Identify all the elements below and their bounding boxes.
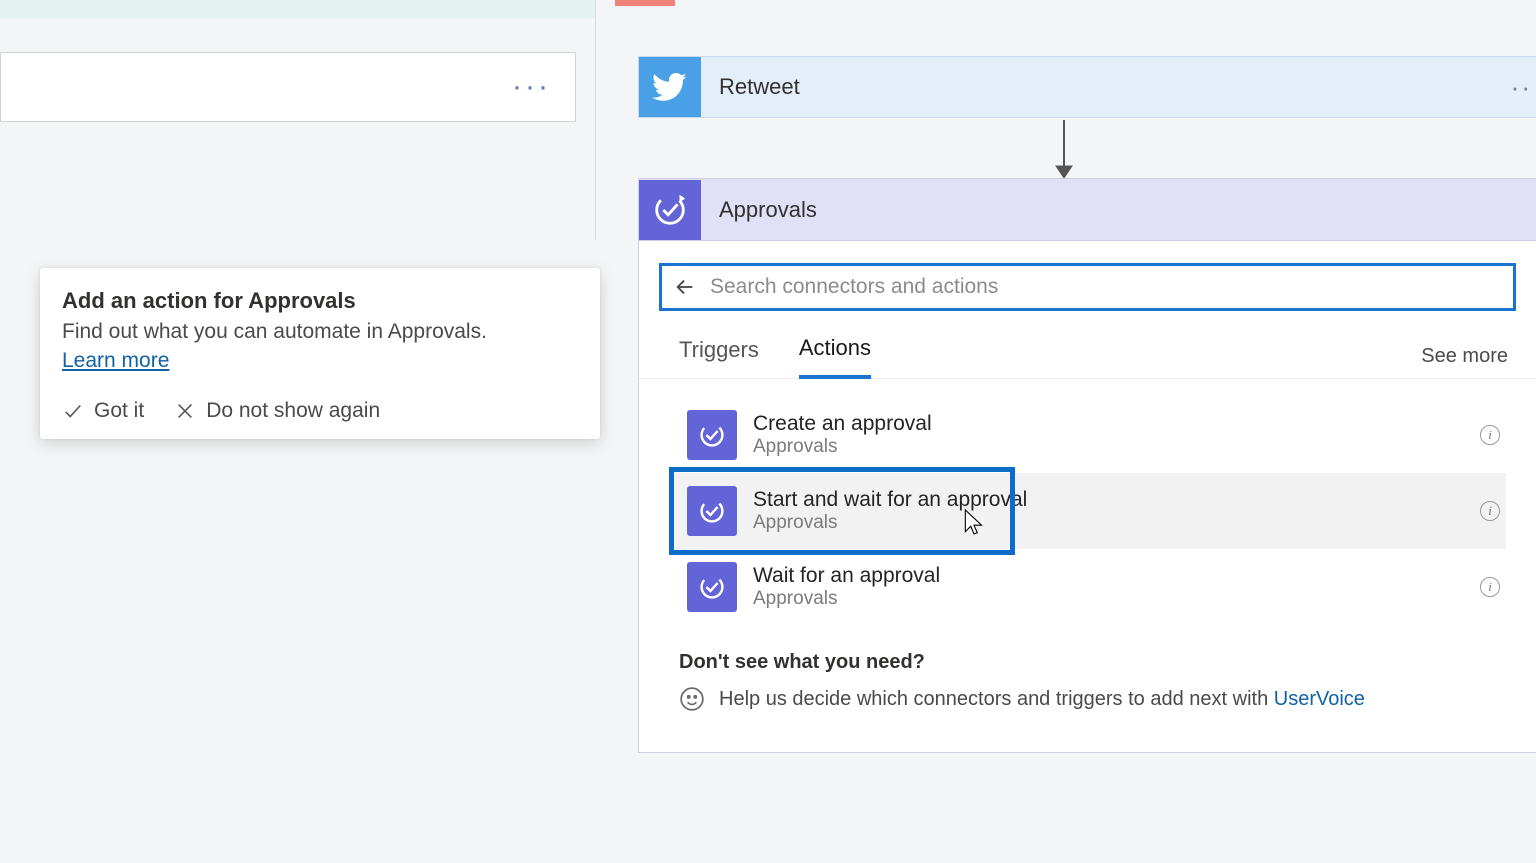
approvals-icon — [687, 562, 737, 612]
learn-more-link[interactable]: Learn more — [62, 349, 169, 373]
action-list: Create an approval Approvals i Start and… — [639, 379, 1536, 625]
action-subtitle: Approvals — [753, 512, 1027, 534]
panel-header[interactable]: Approvals — [639, 179, 1536, 241]
info-icon[interactable]: i — [1480, 577, 1500, 597]
step-retweet-label: Retweet — [701, 74, 1511, 100]
action-picker-panel: Approvals Triggers Actions See more Crea… — [638, 178, 1536, 753]
approvals-icon — [687, 410, 737, 460]
footer-help-text: Help us decide which connectors and trig… — [719, 688, 1365, 711]
approvals-icon — [639, 180, 701, 240]
action-start-wait-approval[interactable]: Start and wait for an approval Approvals… — [675, 473, 1506, 549]
action-wait-approval[interactable]: Wait for an approval Approvals i — [675, 549, 1506, 625]
action-create-approval[interactable]: Create an approval Approvals i — [675, 397, 1506, 473]
vertical-divider — [595, 18, 596, 240]
callout-title: Add an action for Approvals — [62, 288, 578, 314]
info-icon[interactable]: i — [1480, 501, 1500, 521]
see-more-link[interactable]: See more — [1421, 345, 1508, 368]
top-orange-accent — [615, 0, 675, 6]
flow-arrow-icon — [1048, 118, 1080, 180]
more-icon[interactable]: ··· — [512, 82, 551, 92]
tab-triggers[interactable]: Triggers — [679, 337, 759, 377]
collapsed-step-card[interactable]: ··· — [0, 52, 576, 122]
got-it-button[interactable]: Got it — [62, 399, 144, 423]
panel-header-label: Approvals — [701, 197, 1536, 223]
footer-help: Don't see what you need? Help us decide … — [639, 625, 1536, 752]
check-icon — [62, 400, 84, 422]
search-input[interactable] — [710, 275, 1501, 299]
action-subtitle: Approvals — [753, 436, 932, 458]
twitter-icon — [639, 57, 701, 117]
smiley-icon — [679, 686, 705, 712]
action-title: Wait for an approval — [753, 564, 940, 588]
left-top-accent — [0, 0, 596, 18]
back-arrow-icon[interactable] — [674, 276, 696, 298]
dont-show-button[interactable]: Do not show again — [174, 399, 380, 423]
tabs-row: Triggers Actions See more — [639, 311, 1536, 379]
search-field-container[interactable] — [659, 263, 1516, 311]
approvals-icon — [687, 486, 737, 536]
more-icon[interactable]: ·· — [1511, 72, 1536, 103]
action-title: Create an approval — [753, 412, 932, 436]
tab-actions[interactable]: Actions — [799, 335, 871, 379]
teaching-callout: Add an action for Approvals Find out wha… — [40, 268, 600, 439]
step-retweet[interactable]: Retweet ·· — [638, 56, 1536, 118]
action-subtitle: Approvals — [753, 588, 940, 610]
action-title: Start and wait for an approval — [753, 488, 1027, 512]
info-icon[interactable]: i — [1480, 425, 1500, 445]
got-it-label: Got it — [94, 399, 144, 423]
dont-show-label: Do not show again — [206, 399, 380, 423]
uservoice-link[interactable]: UserVoice — [1274, 688, 1365, 710]
footer-question: Don't see what you need? — [679, 651, 1536, 674]
callout-body: Find out what you can automate in Approv… — [62, 320, 578, 344]
close-icon — [174, 400, 196, 422]
